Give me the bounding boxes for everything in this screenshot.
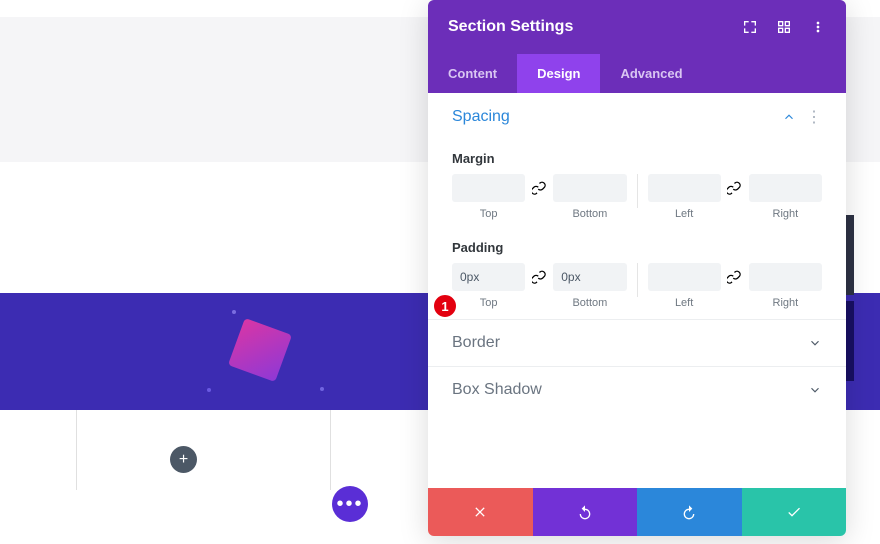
margin-top-input[interactable] xyxy=(452,174,525,202)
redo-button[interactable] xyxy=(637,488,742,536)
divider xyxy=(637,263,638,297)
chevron-down-icon[interactable] xyxy=(808,336,822,350)
save-button[interactable] xyxy=(742,488,847,536)
group-border-title: Border xyxy=(452,334,500,352)
menu-icon[interactable] xyxy=(810,19,826,35)
padding-bottom-input[interactable] xyxy=(553,263,626,291)
settings-panel: Section Settings Content Design Advanced… xyxy=(428,0,846,536)
decorative-dot xyxy=(320,387,324,391)
padding-bottom-label: Bottom xyxy=(572,297,607,309)
group-box-shadow-title: Box Shadow xyxy=(452,381,542,399)
divider xyxy=(637,174,638,208)
group-spacing-header[interactable]: Spacing ⋮ xyxy=(428,93,846,141)
padding-label: Padding xyxy=(452,240,822,255)
margin-row: Top Bottom Left xyxy=(452,174,822,220)
group-menu-icon[interactable]: ⋮ xyxy=(806,107,822,127)
padding-top-label: Top xyxy=(480,297,498,309)
cancel-button[interactable] xyxy=(428,488,533,536)
padding-left-label: Left xyxy=(675,297,693,309)
panel-body: Spacing ⋮ Margin Top Bottom xyxy=(428,93,846,488)
margin-right-input[interactable] xyxy=(749,174,822,202)
panel-footer xyxy=(428,488,846,536)
padding-left-input[interactable] xyxy=(648,263,721,291)
group-border-header[interactable]: Border xyxy=(428,319,846,366)
annotation-badge: 1 xyxy=(432,293,458,319)
link-icon[interactable] xyxy=(529,174,549,202)
more-options-button[interactable]: ••• xyxy=(332,486,368,522)
padding-row: Top Bottom Left xyxy=(452,263,822,309)
tab-bar: Content Design Advanced xyxy=(428,54,846,93)
link-icon[interactable] xyxy=(725,174,745,202)
margin-group: Margin Top Bottom xyxy=(428,151,846,230)
decorative-dot xyxy=(207,388,211,392)
padding-group: Padding Top Bottom xyxy=(428,240,846,319)
chevron-down-icon[interactable] xyxy=(808,383,822,397)
group-spacing-actions: ⋮ xyxy=(782,107,822,127)
panel-title: Section Settings xyxy=(448,18,573,36)
margin-bottom-input[interactable] xyxy=(553,174,626,202)
margin-bottom-label: Bottom xyxy=(572,208,607,220)
decorative-dot xyxy=(232,310,236,314)
link-icon[interactable] xyxy=(725,263,745,291)
margin-left-input[interactable] xyxy=(648,174,721,202)
link-icon[interactable] xyxy=(529,263,549,291)
panel-header: Section Settings xyxy=(428,0,846,54)
padding-right-input[interactable] xyxy=(749,263,822,291)
padding-right-label: Right xyxy=(773,297,799,309)
tab-advanced[interactable]: Advanced xyxy=(600,54,702,93)
undo-button[interactable] xyxy=(533,488,638,536)
group-spacing-title: Spacing xyxy=(452,108,510,126)
padding-top-input[interactable] xyxy=(452,263,525,291)
group-box-shadow-header[interactable]: Box Shadow xyxy=(428,366,846,413)
expand-icon[interactable] xyxy=(742,19,758,35)
column-divider xyxy=(330,410,331,490)
margin-left-label: Left xyxy=(675,208,693,220)
edge-indicator-2 xyxy=(846,301,854,381)
column-divider xyxy=(76,410,77,490)
edge-indicator xyxy=(846,215,854,295)
tab-design[interactable]: Design xyxy=(517,54,600,93)
margin-top-label: Top xyxy=(480,208,498,220)
margin-right-label: Right xyxy=(773,208,799,220)
chevron-up-icon[interactable] xyxy=(782,110,796,124)
tab-content[interactable]: Content xyxy=(428,54,517,93)
drag-handle-icon[interactable] xyxy=(776,19,792,35)
margin-label: Margin xyxy=(452,151,822,166)
panel-header-actions xyxy=(742,19,826,35)
add-section-button[interactable]: + xyxy=(170,446,197,473)
